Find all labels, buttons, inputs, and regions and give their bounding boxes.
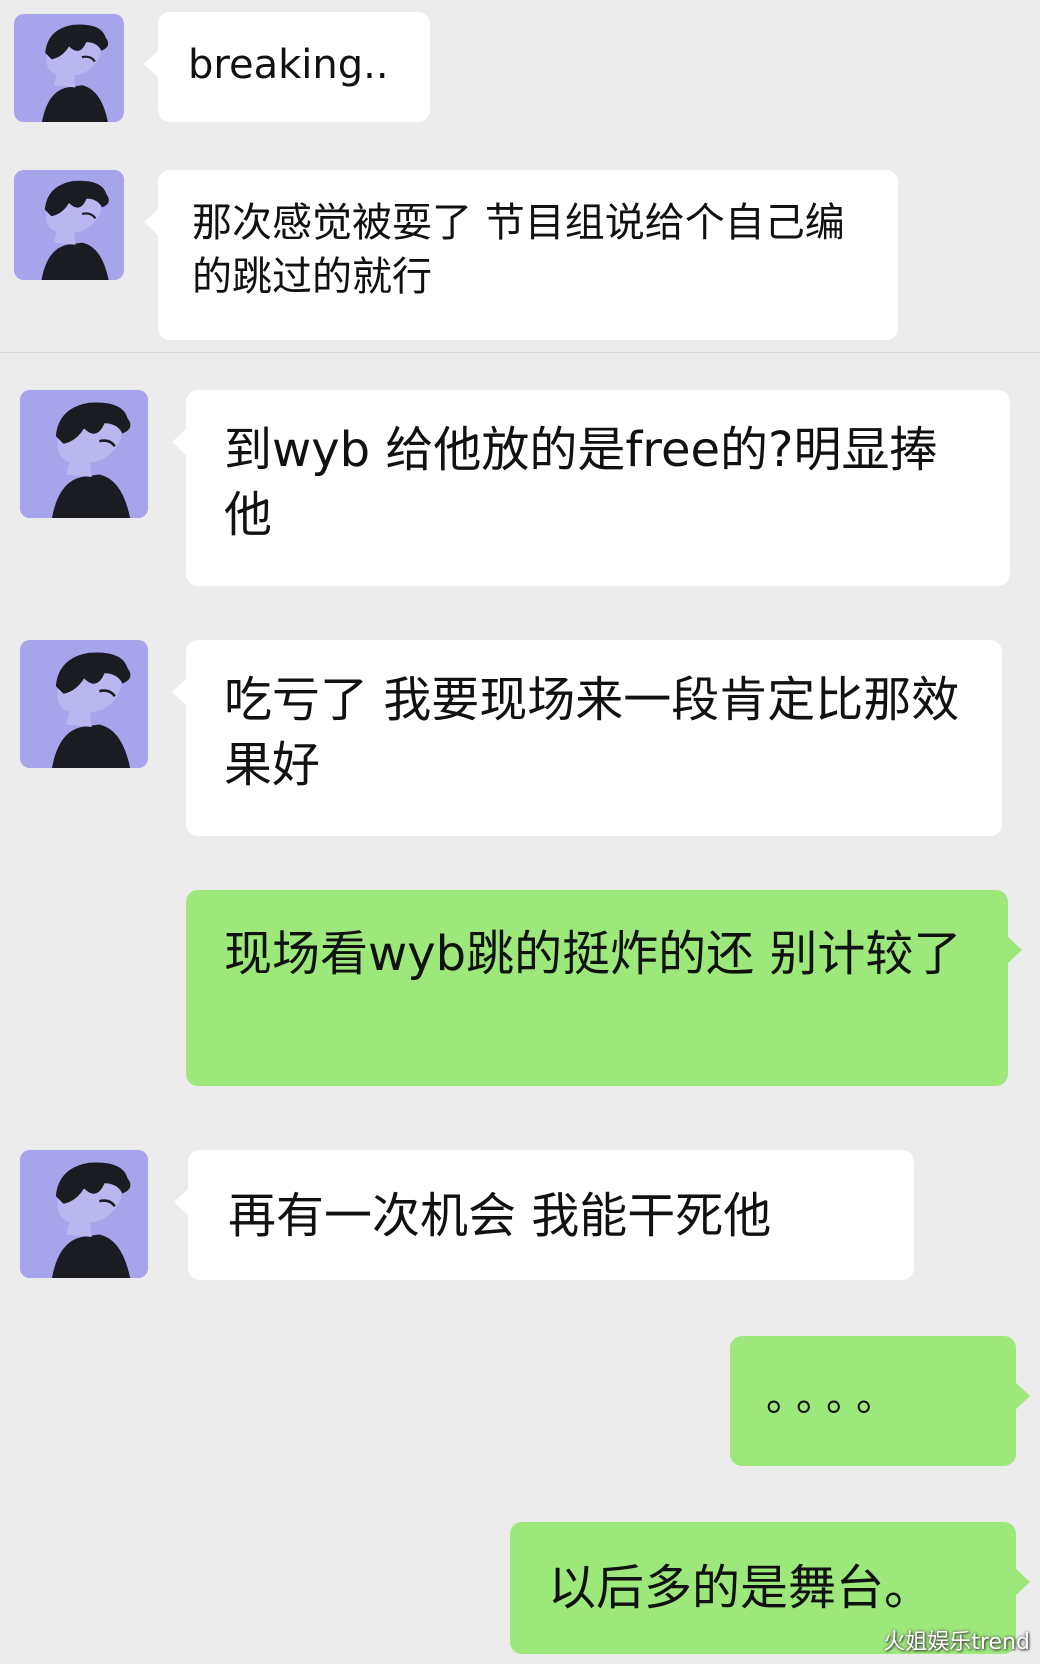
message-bubble-incoming[interactable]: 那次感觉被耍了 节目组说给个自己编的跳过的就行 bbox=[144, 170, 898, 340]
message-text: breaking.. bbox=[188, 42, 389, 88]
user-avatar-icon bbox=[20, 390, 148, 518]
message-bubble-incoming[interactable]: 再有一次机会 我能干死他 bbox=[174, 1150, 914, 1280]
user-avatar-icon bbox=[14, 170, 124, 280]
contact-avatar[interactable] bbox=[20, 1150, 148, 1278]
message-text: 以后多的是舞台。 bbox=[548, 1560, 933, 1616]
message-text: 。。。。 bbox=[766, 1374, 906, 1420]
contact-avatar[interactable] bbox=[20, 390, 148, 518]
message-text: 再有一次机会 我能干死他 bbox=[228, 1188, 772, 1244]
message-bubble-incoming[interactable]: 吃亏了 我要现场来一段肯定比那效果好 bbox=[172, 640, 1002, 836]
contact-avatar[interactable] bbox=[14, 170, 124, 280]
message-bubble-outgoing[interactable]: 。。。。 bbox=[730, 1336, 1030, 1466]
message-bubble-incoming[interactable]: 到wyb 给他放的是free的?明显捧他 bbox=[172, 390, 1010, 586]
message-text: 现场看wyb跳的挺炸的还 别计较了 bbox=[224, 926, 962, 982]
contact-avatar[interactable] bbox=[20, 640, 148, 768]
watermark: 火姐娱乐trend bbox=[883, 1630, 1030, 1655]
user-avatar-icon bbox=[20, 1150, 148, 1278]
user-avatar-icon bbox=[15, 14, 123, 122]
message-text: 到wyb 给他放的是free的?明显捧他 bbox=[224, 422, 938, 544]
message-text: 那次感觉被耍了 节目组说给个自己编的跳过的就行 bbox=[192, 200, 845, 301]
message-text: 吃亏了 我要现场来一段肯定比那效果好 bbox=[224, 672, 960, 794]
message-bubble-incoming[interactable]: breaking.. bbox=[144, 12, 430, 122]
user-avatar-icon bbox=[20, 640, 148, 768]
screenshot-seam bbox=[0, 352, 1040, 353]
chat-screen: breaking.. 那次感觉被耍了 节目组说给个自己编的跳过的就行 到wyb … bbox=[0, 0, 1040, 1664]
contact-avatar[interactable] bbox=[14, 14, 124, 122]
message-bubble-outgoing[interactable]: 现场看wyb跳的挺炸的还 别计较了 bbox=[186, 890, 1022, 1086]
